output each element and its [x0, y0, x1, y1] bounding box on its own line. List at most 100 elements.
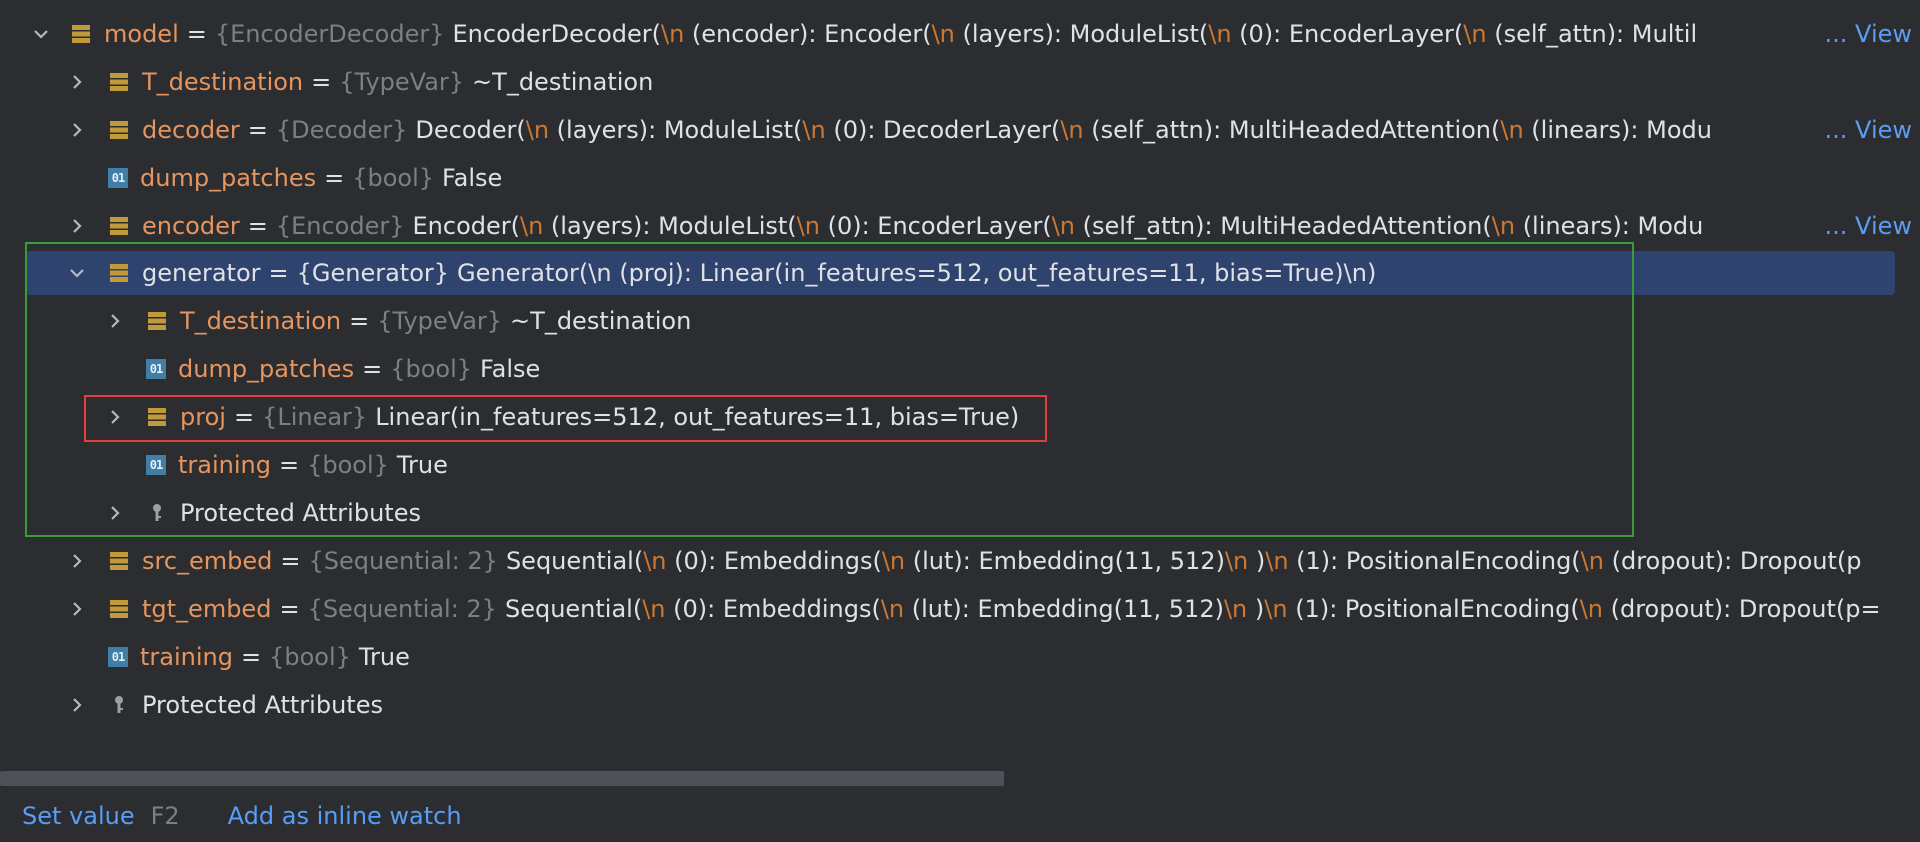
view-link[interactable]: ... View: [1820, 109, 1912, 151]
chevron-right-icon[interactable]: [64, 596, 90, 622]
chevron-down-icon[interactable]: [64, 260, 90, 286]
chevron-right-icon[interactable]: [102, 308, 128, 334]
chevron-right-icon[interactable]: [64, 213, 90, 239]
escape-newline: \n: [1051, 212, 1076, 240]
equals-sign: =: [279, 595, 300, 623]
escape-newline: \n: [931, 20, 955, 48]
variable-value: Generator(\n (proj): Linear(in_features=…: [457, 259, 1377, 287]
field-icon: [146, 406, 168, 428]
tree-row-training[interactable]: 01 training = {bool} True: [0, 636, 1920, 678]
variable-type: {bool}: [390, 355, 473, 383]
tree-row-model[interactable]: model = {EncoderDecoder} EncoderDecoder(…: [0, 13, 1920, 55]
escape-newline: \n: [1264, 595, 1288, 623]
ellipsis: ...: [1824, 212, 1848, 240]
tree-row-generator[interactable]: generator = {Generator} Generator(\n (pr…: [0, 251, 1920, 295]
escape-newline: \n: [1060, 116, 1084, 144]
escape-newline: \n: [1580, 547, 1604, 575]
variable-name: generator: [142, 259, 261, 287]
set-value-link[interactable]: Set value: [22, 802, 135, 830]
variable-type: {TypeVar}: [339, 68, 465, 96]
escape-newline: \n: [642, 595, 666, 623]
variable-value: EncoderDecoder(\n (encoder): Encoder(\n …: [452, 20, 1698, 48]
variable-type: {Sequential: 2}: [307, 595, 497, 623]
field-icon: [108, 598, 130, 620]
variable-name: T_destination: [142, 68, 304, 96]
variables-tree: model = {EncoderDecoder} EncoderDecoder(…: [0, 0, 1920, 760]
escape-newline: \n: [1223, 595, 1248, 623]
variable-type: {Decoder}: [275, 116, 408, 144]
view-label[interactable]: View: [1855, 212, 1912, 240]
equals-sign: =: [247, 212, 268, 240]
escape-newline: \n: [881, 547, 906, 575]
tree-row-encoder[interactable]: encoder = {Encoder} Encoder(\n (layers):…: [0, 205, 1920, 247]
variable-type: {TypeVar}: [377, 307, 503, 335]
equals-sign: =: [280, 547, 301, 575]
add-inline-watch-link[interactable]: Add as inline watch: [228, 802, 462, 830]
variable-name: tgt_embed: [142, 595, 272, 623]
escape-newline: \n: [1463, 20, 1487, 48]
escape-newline: \n: [1579, 595, 1603, 623]
variable-value: True: [358, 643, 410, 671]
variable-value: Encoder(\n (layers): ModuleList(\n (0): …: [412, 212, 1704, 240]
variable-type: {bool}: [269, 643, 351, 671]
tree-row-generator-proj[interactable]: proj = {Linear} Linear(in_features=512, …: [0, 396, 1920, 438]
key-icon: [146, 502, 168, 524]
view-label[interactable]: View: [1855, 116, 1912, 144]
chevron-down-icon[interactable]: [28, 21, 54, 47]
ellipsis: ...: [1824, 116, 1848, 144]
variable-value: Linear(in_features=512, out_features=11,…: [375, 403, 1020, 431]
equals-sign: =: [324, 164, 345, 192]
equals-sign: =: [349, 307, 370, 335]
variable-type: {Encoder}: [275, 212, 405, 240]
variable-name: decoder: [142, 116, 240, 144]
chevron-right-icon[interactable]: [102, 404, 128, 430]
tree-row-generator-dump-patches[interactable]: 01 dump_patches = {bool} False: [0, 348, 1920, 390]
chevron-right-icon[interactable]: [64, 548, 90, 574]
variable-name: T_destination: [180, 307, 342, 335]
set-value-shortcut: F2: [150, 802, 180, 830]
variable-type: {Generator}: [296, 259, 450, 287]
chevron-right-icon[interactable]: [64, 117, 90, 143]
variable-name: dump_patches: [140, 164, 317, 192]
tree-row-generator-protected-attributes[interactable]: Protected Attributes: [0, 492, 1920, 534]
equals-sign: =: [278, 451, 300, 479]
field-icon: [108, 550, 130, 572]
bool-icon: 01: [146, 455, 166, 475]
field-icon: [70, 23, 92, 45]
variable-value: Sequential(\n (0): Embeddings(\n (lut): …: [505, 547, 1862, 575]
variable-name: dump_patches: [178, 355, 355, 383]
equals-sign: =: [247, 116, 268, 144]
tree-row-protected-attributes[interactable]: Protected Attributes: [0, 684, 1920, 726]
chevron-right-icon[interactable]: [64, 692, 90, 718]
bool-icon: 01: [146, 359, 166, 379]
variable-value: Sequential(\n (0): Embeddings(\n (lut): …: [504, 595, 1881, 623]
horizontal-scrollbar-thumb[interactable]: [0, 771, 1004, 786]
view-link[interactable]: ... View: [1820, 205, 1912, 247]
tree-row-decoder[interactable]: decoder = {Decoder} Decoder(\n (layers):…: [0, 109, 1920, 151]
tree-row-src-embed[interactable]: src_embed = {Sequential: 2} Sequential(\…: [0, 540, 1920, 582]
equals-sign: =: [186, 20, 207, 48]
ellipsis: ...: [1824, 20, 1848, 48]
tree-row-tgt-embed[interactable]: tgt_embed = {Sequential: 2} Sequential(\…: [0, 588, 1920, 630]
tree-row-t-destination[interactable]: T_destination = {TypeVar} ~T_destination: [0, 61, 1920, 103]
view-link[interactable]: ... View: [1820, 13, 1912, 55]
tree-row-generator-training[interactable]: 01 training = {bool} True: [0, 444, 1920, 486]
field-icon: [108, 71, 130, 93]
variable-value: ~T_destination: [510, 307, 692, 335]
variable-name: proj: [180, 403, 226, 431]
tree-row-generator-t-destination[interactable]: T_destination = {TypeVar} ~T_destination: [0, 300, 1920, 342]
chevron-right-icon[interactable]: [64, 69, 90, 95]
variable-type: {Linear}: [262, 403, 368, 431]
tree-row-dump-patches[interactable]: 01 dump_patches = {bool} False: [0, 157, 1920, 199]
escape-newline: \n: [1500, 116, 1524, 144]
variable-name: src_embed: [142, 547, 273, 575]
escape-newline: \n: [520, 212, 544, 240]
variable-value: False: [480, 355, 541, 383]
escape-newline: \n: [1265, 547, 1289, 575]
escape-newline: \n: [1208, 20, 1232, 48]
escape-newline: \n: [525, 116, 550, 144]
protected-attributes-label: Protected Attributes: [142, 691, 383, 719]
field-icon: [108, 119, 130, 141]
chevron-right-icon[interactable]: [102, 500, 128, 526]
view-label[interactable]: View: [1855, 20, 1912, 48]
